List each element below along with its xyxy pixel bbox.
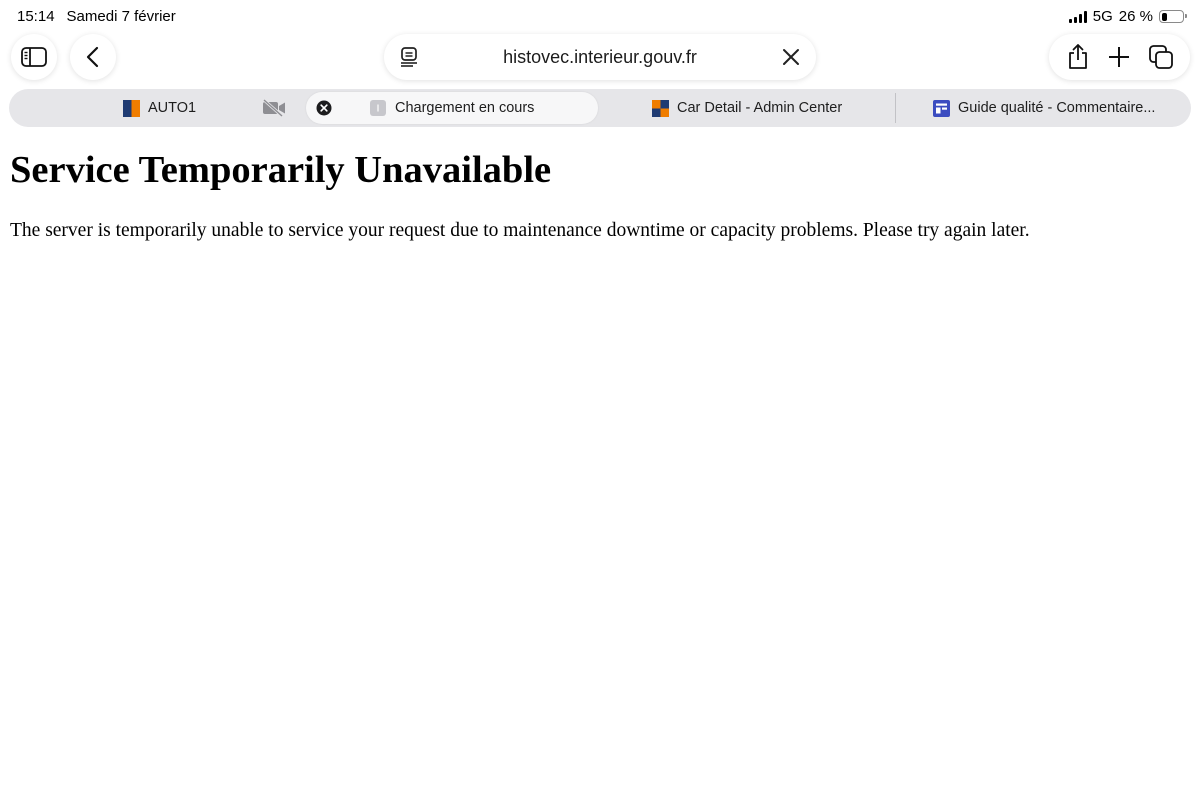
back-button[interactable] [70, 34, 116, 80]
error-message: The server is temporarily unable to serv… [10, 220, 1030, 241]
tab-car-detail[interactable]: Car Detail - Admin Center [652, 89, 842, 127]
guide-favicon-icon [933, 99, 950, 117]
close-icon[interactable] [780, 46, 802, 68]
page-title: Service Temporarily Unavailable [10, 149, 552, 191]
address-bar[interactable]: histovec.interieur.gouv.fr [384, 34, 816, 80]
status-left: 15:14 Samedi 7 février [17, 8, 176, 25]
car-detail-favicon-icon [652, 99, 669, 117]
camera-off-icon[interactable] [262, 99, 286, 117]
new-tab-button[interactable] [1104, 42, 1134, 72]
right-toolbar [1049, 34, 1190, 80]
share-button[interactable] [1063, 42, 1093, 72]
auto1-favicon-icon [123, 99, 140, 117]
tab-separator [895, 93, 896, 123]
status-bar: 15:14 Samedi 7 février 5G 26 % [0, 0, 1200, 34]
chevron-left-icon [86, 46, 99, 68]
network-type: 5G [1092, 8, 1113, 25]
tab-title: AUTO1 [148, 100, 197, 116]
tab-loading[interactable]: Chargement en cours [306, 92, 598, 124]
tabs-overview-icon [1149, 45, 1174, 69]
battery-percent: 26 % [1118, 8, 1153, 25]
sidebar-icon [21, 47, 47, 67]
battery-level [1161, 12, 1167, 21]
plus-icon [1109, 47, 1130, 67]
status-date: Samedi 7 février [66, 8, 176, 25]
cellular-signal-icon [1068, 10, 1087, 23]
battery-icon [1159, 10, 1187, 23]
tabs-overview-button[interactable] [1146, 42, 1176, 72]
url-text[interactable]: histovec.interieur.gouv.fr [384, 47, 816, 68]
status-right: 5G 26 % [1068, 8, 1187, 25]
tab-auto1[interactable]: AUTO1 [123, 89, 196, 127]
tab-guide-qualite[interactable]: Guide qualité - Commentaire... [933, 89, 1155, 127]
tab-title: Chargement en cours [395, 100, 535, 116]
close-tab-icon[interactable] [316, 100, 332, 116]
page-content: Service Temporarily Unavailable The serv… [10, 148, 1190, 243]
share-icon [1068, 44, 1087, 69]
sidebar-button[interactable] [11, 34, 57, 80]
tab-bar: AUTO1 Chargement en cours Car Detail - A… [9, 89, 1191, 127]
status-time: 15:14 [17, 8, 55, 25]
tab-title: Car Detail - Admin Center [677, 100, 843, 116]
tab-title: Guide qualité - Commentaire... [958, 100, 1156, 116]
loading-favicon-icon [370, 100, 386, 116]
